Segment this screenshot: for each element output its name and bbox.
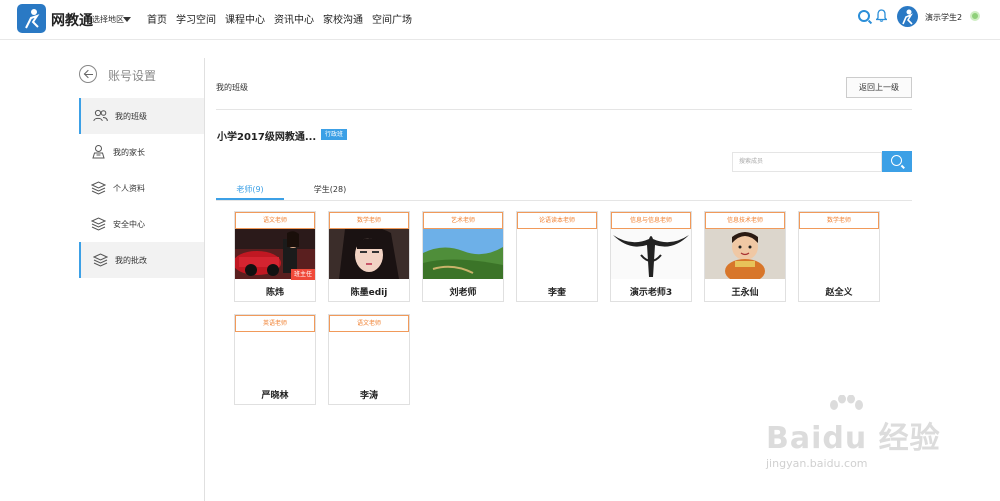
sidebar-item-my-parents[interactable]: 我的家长: [79, 134, 204, 170]
nav-item-news[interactable]: 资讯中心: [274, 11, 314, 26]
top-navbar: 网教通 选择地区 首页 学习空间 课程中心 资讯中心 家校沟通 空间广场 演示学…: [0, 0, 1000, 40]
teacher-name: 李奎: [547, 288, 566, 298]
teacher-role-label: 艺术老师: [423, 212, 503, 229]
teacher-card[interactable]: 论语读本老师 李奎: [516, 211, 598, 302]
teacher-name: 刘老师: [449, 288, 477, 298]
head-teacher-badge: 班主任: [290, 269, 315, 280]
bell-icon[interactable]: [876, 9, 887, 22]
divider: [216, 109, 912, 110]
brand-name[interactable]: 网教通: [51, 10, 93, 30]
baidu-jingyan-watermark: Baidu 经验 jingyan.baidu.com: [766, 395, 946, 495]
chevron-down-icon[interactable]: [123, 17, 131, 22]
search-icon[interactable]: [858, 10, 870, 22]
teacher-card[interactable]: 信息技术老师 王永仙: [704, 211, 786, 302]
teacher-name: 严晓林: [261, 391, 289, 401]
sidebar-item-label: 我的家长: [113, 148, 145, 157]
teacher-card[interactable]: 信息与信息老师 演示老师3: [610, 211, 692, 302]
sidebar-item-security[interactable]: 安全中心: [79, 206, 204, 242]
sidebar-item-label: 我的班级: [115, 112, 147, 121]
sidebar-item-profile[interactable]: 个人资料: [79, 170, 204, 206]
stack-icon: [93, 253, 108, 267]
avatar[interactable]: [897, 6, 918, 27]
breadcrumb: 我的班级: [216, 83, 248, 92]
teacher-role-label: 语文老师: [329, 315, 409, 332]
nav-item-home[interactable]: 首页: [147, 11, 167, 26]
teacher-name: 陈墨edij: [350, 288, 388, 298]
teacher-name: 演示老师3: [629, 288, 673, 298]
teacher-name: 李涛: [359, 391, 378, 401]
back-button[interactable]: 返回上一级: [846, 77, 912, 98]
teacher-photo: [329, 332, 409, 382]
nav-item-study-space[interactable]: 学习空间: [176, 11, 216, 26]
teacher-card[interactable]: 语文老师 李涛: [328, 314, 410, 405]
teacher-photo: [611, 229, 691, 279]
teacher-card[interactable]: 数学老师 赵全义: [798, 211, 880, 302]
class-type-badge: 行政班: [321, 129, 348, 140]
teacher-role-label: 数学老师: [329, 212, 409, 229]
tab-teachers[interactable]: 老师(9): [216, 184, 284, 200]
teacher-photo: [329, 229, 409, 279]
sidebar-item-label: 我的批改: [115, 256, 147, 265]
sidebar-title: 账号设置: [108, 69, 157, 83]
parent-icon: [92, 145, 105, 159]
region-selector[interactable]: 选择地区: [92, 14, 124, 25]
nav-item-courses[interactable]: 课程中心: [225, 11, 265, 26]
teacher-name: 王永仙: [731, 288, 759, 298]
sidebar-item-my-corrections[interactable]: 我的批改: [79, 242, 204, 278]
teacher-name: 赵全义: [825, 288, 853, 298]
teacher-card[interactable]: 英语老师 严晓林: [234, 314, 316, 405]
search-button[interactable]: [882, 151, 912, 172]
tab-students[interactable]: 学生(28): [296, 184, 364, 200]
watermark-logo: Baidu 经验: [766, 421, 941, 456]
sidebar-item-label: 安全中心: [113, 220, 145, 229]
watermark-url: jingyan.baidu.com: [766, 457, 868, 470]
teacher-role-label: 语文老师: [235, 212, 315, 229]
teacher-card[interactable]: 数学老师 陈墨edij: [328, 211, 410, 302]
teacher-photo: [705, 229, 785, 279]
stack-icon: [91, 181, 106, 195]
teacher-role-label: 英语老师: [235, 315, 315, 332]
divider: [216, 200, 912, 201]
nav-item-space-square[interactable]: 空间广场: [372, 11, 412, 26]
class-title: 小学2017级网教通...: [217, 132, 317, 143]
users-icon: [93, 109, 108, 122]
nav-item-home-school[interactable]: 家校沟通: [323, 11, 363, 26]
username[interactable]: 演示学生2: [925, 12, 962, 23]
teacher-name: 陈炜: [265, 288, 284, 298]
teacher-photo: [799, 229, 879, 279]
teacher-photo: [423, 229, 503, 279]
logo-icon[interactable]: [17, 4, 46, 33]
sidebar-item-label: 个人资料: [113, 184, 145, 193]
online-status-icon: [970, 11, 980, 21]
teacher-photo: [517, 229, 597, 279]
stack-icon: [91, 217, 106, 231]
teacher-role-label: 数学老师: [799, 212, 879, 229]
teacher-role-label: 论语读本老师: [517, 212, 597, 229]
teacher-role-label: 信息技术老师: [705, 212, 785, 229]
teacher-role-label: 信息与信息老师: [611, 212, 691, 229]
back-arrow-icon[interactable]: [79, 65, 97, 83]
sidebar: 账号设置 我的班级 我的家长 个人资料 安全中心 我的批改: [79, 58, 205, 501]
search-icon: [891, 155, 902, 166]
teacher-card[interactable]: 语文老师 班主任 陈炜: [234, 211, 316, 302]
teacher-card[interactable]: 艺术老师 刘老师: [422, 211, 504, 302]
member-search-input[interactable]: 搜索成员: [732, 152, 882, 172]
teacher-photo: [235, 332, 315, 382]
sidebar-item-my-class[interactable]: 我的班级: [79, 98, 204, 134]
main-nav: 首页 学习空间 课程中心 资讯中心 家校沟通 空间广场: [147, 11, 412, 26]
